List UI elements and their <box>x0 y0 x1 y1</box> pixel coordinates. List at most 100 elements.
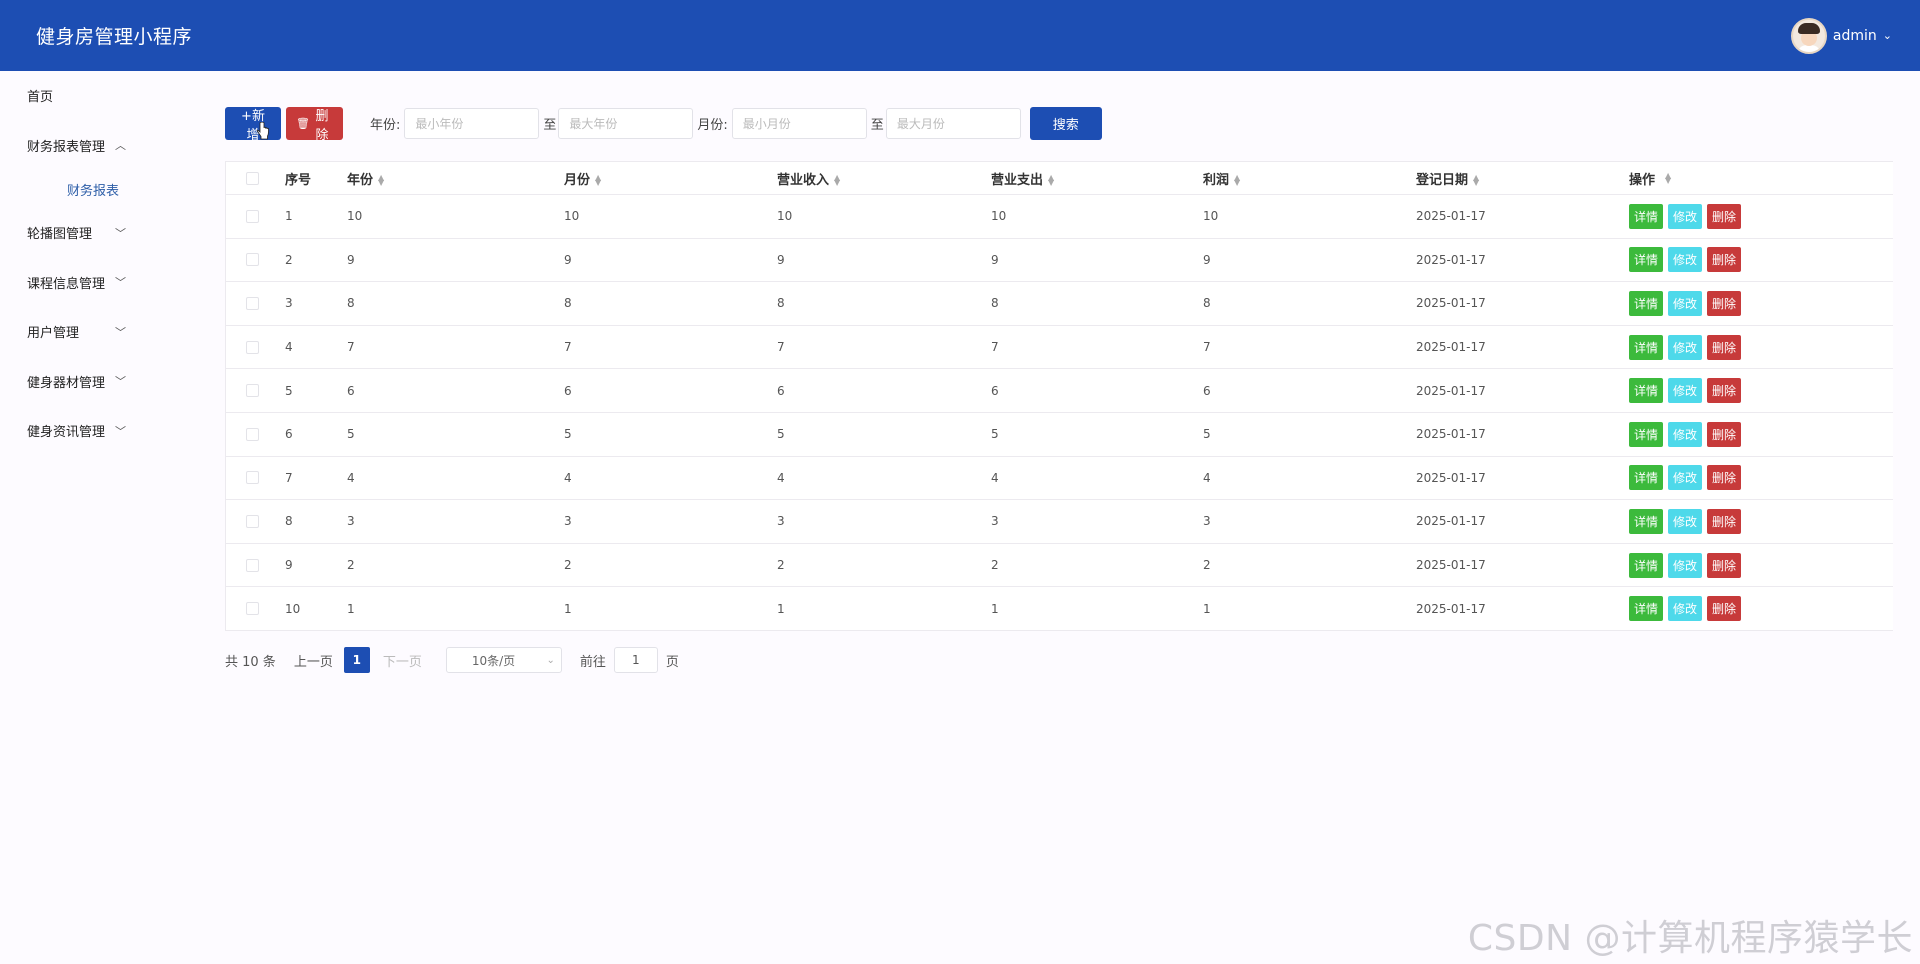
column-header-date[interactable]: 登记日期 ▲ ▼ <box>1416 169 1629 188</box>
month-min-input[interactable]: 最小月份 <box>731 108 867 139</box>
column-header-year[interactable]: 年份 ▲ ▼ <box>347 169 564 188</box>
filter-toolbar: +新增 🗑 删除 年份: 最小年份 至 最大年份 月份: 最小月份 至 最大月份 … <box>225 106 1102 143</box>
edit-button[interactable]: 修改 <box>1668 290 1703 316</box>
row-checkbox-cell[interactable] <box>226 209 285 223</box>
detail-button[interactable]: 详情 <box>1629 508 1664 534</box>
cell-expense: 5 <box>991 427 999 442</box>
column-header-profit[interactable]: 利润 ▲ ▼ <box>1203 169 1416 188</box>
row-checkbox[interactable] <box>246 558 259 572</box>
edit-button[interactable]: 修改 <box>1668 203 1703 229</box>
detail-button[interactable]: 详情 <box>1629 334 1664 360</box>
column-header-actions[interactable]: 操作 ▲ ▼ <box>1629 169 1893 188</box>
select-all-checkbox[interactable] <box>246 171 259 185</box>
column-header-income[interactable]: 营业收入 ▲ ▼ <box>777 169 991 188</box>
row-checkbox[interactable] <box>246 209 259 223</box>
select-all-checkbox-cell[interactable] <box>226 171 285 185</box>
sort-icon[interactable]: ▲ ▼ <box>1665 172 1671 185</box>
row-checkbox-cell[interactable] <box>226 384 285 398</box>
column-header-label: 营业支出 <box>991 172 1044 188</box>
batch-delete-button[interactable]: 🗑 删除 <box>286 107 343 143</box>
edit-button[interactable]: 修改 <box>1668 378 1703 404</box>
delete-button[interactable]: 删除 <box>1707 378 1742 404</box>
cell-month: 8 <box>564 296 572 311</box>
edit-button[interactable]: 修改 <box>1668 247 1703 273</box>
next-page-button[interactable]: 下一页 <box>383 651 422 670</box>
detail-button[interactable]: 详情 <box>1629 552 1664 578</box>
page-number-current[interactable]: 1 <box>343 647 370 673</box>
avatar[interactable] <box>1790 17 1827 54</box>
sidebar-item-user-management[interactable]: 用户管理 ﹀ <box>0 307 190 357</box>
sort-icon[interactable]: ▲ ▼ <box>834 174 840 187</box>
detail-button[interactable]: 详情 <box>1629 290 1664 316</box>
row-checkbox[interactable] <box>246 427 259 441</box>
delete-button[interactable]: 删除 <box>1707 596 1742 622</box>
sort-icon[interactable]: ▲ ▼ <box>378 174 384 187</box>
year-min-input[interactable]: 最小年份 <box>404 108 540 139</box>
detail-button[interactable]: 详情 <box>1629 596 1664 622</box>
row-checkbox-cell[interactable] <box>226 340 285 354</box>
sidebar-item-home[interactable]: 首页 <box>0 71 190 121</box>
chevron-down-icon[interactable]: ⌄ <box>1883 29 1892 42</box>
sidebar-item-finance-report-management[interactable]: 财务报表管理 ︿ <box>0 121 190 171</box>
edit-button[interactable]: 修改 <box>1668 421 1703 447</box>
sidebar-item-course-management[interactable]: 课程信息管理 ﹀ <box>0 258 190 308</box>
row-checkbox[interactable] <box>246 296 259 310</box>
row-checkbox-cell[interactable] <box>226 427 285 441</box>
row-checkbox[interactable] <box>246 514 259 528</box>
cell-date: 2025-01-17 <box>1416 296 1486 311</box>
delete-button[interactable]: 删除 <box>1707 334 1742 360</box>
delete-button[interactable]: 删除 <box>1707 508 1742 534</box>
username[interactable]: admin <box>1833 28 1877 44</box>
row-checkbox-cell[interactable] <box>226 253 285 267</box>
detail-button[interactable]: 详情 <box>1629 421 1664 447</box>
edit-button[interactable]: 修改 <box>1668 465 1703 491</box>
detail-button[interactable]: 详情 <box>1629 465 1664 491</box>
column-header-label: 操作 <box>1629 172 1656 188</box>
cell-month: 6 <box>564 383 572 398</box>
cell-month: 10 <box>564 209 580 224</box>
delete-button[interactable]: 删除 <box>1707 421 1742 447</box>
sort-icon[interactable]: ▲ ▼ <box>595 174 601 187</box>
row-checkbox-cell[interactable] <box>226 558 285 572</box>
sidebar-item-carousel-management[interactable]: 轮播图管理 ﹀ <box>0 208 190 258</box>
edit-button[interactable]: 修改 <box>1668 596 1703 622</box>
delete-button[interactable]: 删除 <box>1707 465 1742 491</box>
row-checkbox[interactable] <box>246 602 259 616</box>
goto-page-input[interactable]: 1 <box>613 647 658 673</box>
user-menu[interactable]: admin ⌄ <box>1790 17 1892 54</box>
delete-button[interactable]: 删除 <box>1707 203 1742 229</box>
sidebar-item-equipment-management[interactable]: 健身器材管理 ﹀ <box>0 357 190 407</box>
detail-button[interactable]: 详情 <box>1629 247 1664 273</box>
row-checkbox-cell[interactable] <box>226 296 285 310</box>
row-checkbox-cell[interactable] <box>226 602 285 616</box>
edit-button[interactable]: 修改 <box>1668 552 1703 578</box>
row-checkbox-cell[interactable] <box>226 471 285 485</box>
row-checkbox-cell[interactable] <box>226 514 285 528</box>
cell-expense: 1 <box>991 601 999 616</box>
page-size-select[interactable]: 10条/页 ⌄ <box>445 647 562 673</box>
row-checkbox[interactable] <box>246 384 259 398</box>
detail-button[interactable]: 详情 <box>1629 203 1664 229</box>
sort-icon[interactable]: ▲ ▼ <box>1473 174 1479 187</box>
delete-button[interactable]: 删除 <box>1707 552 1742 578</box>
sidebar-subitem-finance-report[interactable]: 财务报表 <box>0 170 190 208</box>
column-header-month[interactable]: 月份 ▲ ▼ <box>564 169 777 188</box>
detail-button[interactable]: 详情 <box>1629 378 1664 404</box>
delete-button[interactable]: 删除 <box>1707 247 1742 273</box>
row-checkbox[interactable] <box>246 253 259 267</box>
edit-button[interactable]: 修改 <box>1668 508 1703 534</box>
sort-icon[interactable]: ▲ ▼ <box>1048 174 1054 187</box>
prev-page-button[interactable]: 上一页 <box>294 651 333 670</box>
search-button[interactable]: 搜索 <box>1029 107 1102 140</box>
sort-icon[interactable]: ▲ ▼ <box>1234 174 1240 187</box>
sidebar-item-news-management[interactable]: 健身资讯管理 ﹀ <box>0 406 190 456</box>
column-header-expense[interactable]: 营业支出 ▲ ▼ <box>991 169 1203 188</box>
delete-button[interactable]: 删除 <box>1707 290 1742 316</box>
year-max-input[interactable]: 最大年份 <box>558 108 694 139</box>
row-checkbox[interactable] <box>246 471 259 485</box>
chevron-down-icon: ﹀ <box>115 276 126 290</box>
add-button[interactable]: +新增 <box>225 107 281 143</box>
month-max-input[interactable]: 最大月份 <box>885 108 1021 139</box>
row-checkbox[interactable] <box>246 340 259 354</box>
edit-button[interactable]: 修改 <box>1668 334 1703 360</box>
